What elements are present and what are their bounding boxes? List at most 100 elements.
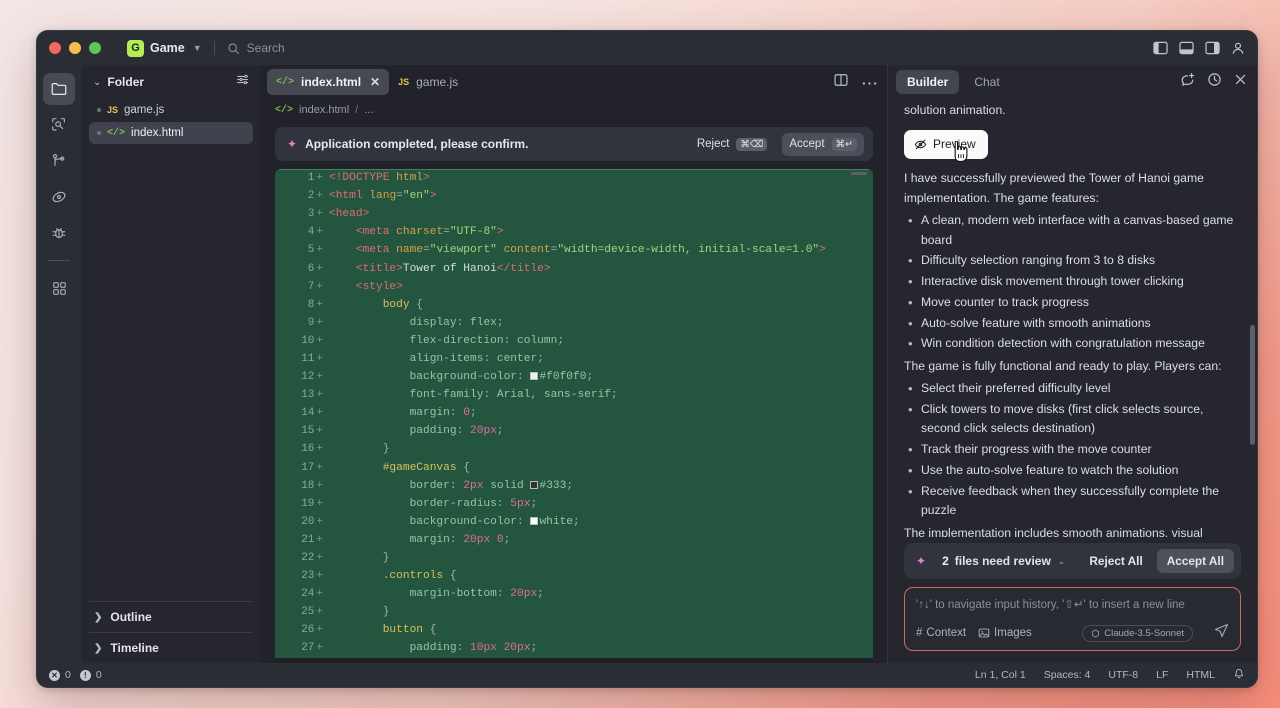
code-line: 21+ margin: 20px 0;: [275, 531, 873, 549]
line-number: 24+: [275, 588, 327, 600]
close-icon[interactable]: ✕: [370, 75, 380, 89]
tab-builder[interactable]: Builder: [896, 70, 959, 94]
status-encoding[interactable]: UTF-8: [1108, 669, 1138, 681]
code-line: 13+ font-family: Arial, sans-serif;: [275, 386, 873, 404]
status-eol[interactable]: LF: [1156, 669, 1168, 681]
code-text: <meta charset="UTF-8">: [327, 226, 873, 238]
images-button[interactable]: Images: [978, 627, 1032, 639]
context-button[interactable]: # Context: [916, 627, 966, 639]
breadcrumb[interactable]: </> index.html / ...: [261, 99, 887, 121]
tab-index-html[interactable]: </> index.html ✕: [267, 69, 389, 95]
reject-all-button[interactable]: Reject All: [1079, 549, 1152, 573]
line-number: 26+: [275, 624, 327, 636]
account-icon[interactable]: [1231, 41, 1245, 55]
code-line: 16+ }: [275, 440, 873, 458]
code-line: 24+ margin-bottom: 20px;: [275, 585, 873, 603]
accept-button[interactable]: Accept ⌘↵: [782, 133, 864, 156]
html-file-icon: </>: [107, 128, 125, 139]
line-number: 13+: [275, 389, 327, 401]
chat-input-placeholder[interactable]: '↑↓' to navigate input history, '⇧↵' to …: [916, 597, 1229, 623]
code-line: 12+ background-color: #f0f0f0;: [275, 368, 873, 386]
code-text: <html lang="en">: [327, 190, 873, 202]
code-line: 1+<!DOCTYPE html>: [275, 169, 873, 187]
assistant-scrollbar[interactable]: [1250, 325, 1255, 445]
file-label: index.html: [131, 127, 183, 139]
code-line: 11+ align-items: center;: [275, 350, 873, 368]
breadcrumb-file[interactable]: index.html: [299, 104, 349, 116]
code-line: 2+<html lang="en">: [275, 187, 873, 205]
code-text: background-color: #f0f0f0;: [327, 371, 873, 383]
model-selector[interactable]: Claude-3.5-Sonnet: [1082, 625, 1193, 642]
explorer-title: Folder: [107, 75, 230, 89]
status-problems[interactable]: ✕ 0 ! 0: [49, 669, 102, 681]
send-button[interactable]: [1214, 623, 1229, 643]
activity-item-explorer[interactable]: [43, 73, 75, 105]
tab-chat[interactable]: Chat: [963, 70, 1010, 94]
file-item-index-html[interactable]: </> index.html: [89, 122, 253, 144]
toggle-bottom-panel-icon[interactable]: [1179, 41, 1194, 55]
bell-icon[interactable]: [1233, 668, 1245, 683]
minimize-window-button[interactable]: [69, 42, 81, 54]
code-line: 26+ button {: [275, 621, 873, 639]
review-label: files need review: [955, 554, 1051, 568]
explorer-spacer: [89, 144, 253, 601]
history-icon[interactable]: [1207, 72, 1222, 92]
code-text: .controls {: [327, 570, 873, 582]
file-item-game-js[interactable]: JS game.js: [89, 99, 253, 121]
activity-item-extensions[interactable]: [43, 272, 75, 304]
project-selector[interactable]: G Game ▼: [127, 40, 202, 57]
explorer-section-timeline[interactable]: ❯ Timeline: [89, 632, 253, 663]
js-file-icon: JS: [398, 77, 409, 87]
toggle-left-panel-icon[interactable]: [1153, 41, 1168, 55]
player-action-item: Track their progress with the move count…: [904, 440, 1241, 460]
breadcrumb-rest[interactable]: ...: [364, 104, 373, 116]
partial-line: solution animation.: [904, 101, 1241, 121]
more-options-icon[interactable]: [862, 73, 877, 91]
modified-dot-icon: [97, 131, 101, 135]
divider: [214, 41, 215, 55]
code-line: 23+ .controls {: [275, 567, 873, 585]
line-number: 20+: [275, 516, 327, 528]
status-indentation[interactable]: Spaces: 4: [1044, 669, 1091, 681]
chevron-right-icon: ❯: [94, 643, 102, 654]
tab-game-js[interactable]: JS game.js: [389, 69, 467, 95]
reject-button[interactable]: Reject ⌘⌫: [690, 133, 775, 156]
new-chat-icon[interactable]: [1180, 72, 1195, 92]
assistant-closing: The implementation includes smooth anima…: [904, 524, 1241, 537]
line-number: 8+: [275, 299, 327, 311]
code-editor[interactable]: 1+<!DOCTYPE html>2+<html lang="en">3+<he…: [275, 169, 873, 663]
activity-item-debug[interactable]: [43, 217, 75, 249]
activity-item-source-control[interactable]: [43, 145, 75, 177]
editor-resize-handle[interactable]: [851, 172, 867, 175]
close-icon[interactable]: [1234, 73, 1247, 91]
file-label: game.js: [124, 104, 164, 116]
activity-item-search[interactable]: [43, 109, 75, 141]
tab-label: Builder: [907, 75, 948, 89]
close-window-button[interactable]: [49, 42, 61, 54]
chevron-down-icon[interactable]: ⌄: [1058, 556, 1080, 567]
code-text: margin-bottom: 20px;: [327, 588, 873, 600]
line-number: 25+: [275, 606, 327, 618]
explorer-section-outline[interactable]: ❯ Outline: [89, 601, 253, 632]
code-line: 15+ padding: 20px;: [275, 422, 873, 440]
code-line: 17+ #gameCanvas {: [275, 459, 873, 477]
sparkle-icon: ✦: [916, 554, 926, 568]
toggle-right-panel-icon[interactable]: [1205, 41, 1220, 55]
code-text: body {: [327, 299, 873, 311]
maximize-window-button[interactable]: [89, 42, 101, 54]
code-line: 5+ <meta name="viewport" content="width=…: [275, 241, 873, 259]
line-number: 10+: [275, 335, 327, 347]
code-text: <style>: [327, 281, 873, 293]
accept-all-button[interactable]: Accept All: [1157, 549, 1234, 573]
filter-icon[interactable]: [236, 73, 249, 91]
code-line: 25+ }: [275, 603, 873, 621]
code-line: 22+ }: [275, 549, 873, 567]
split-editor-icon[interactable]: [834, 73, 848, 92]
explorer-header[interactable]: ⌄ Folder: [89, 65, 253, 99]
activity-item-remote[interactable]: [43, 181, 75, 213]
status-cursor-position[interactable]: Ln 1, Col 1: [975, 669, 1026, 681]
preview-button[interactable]: Preview: [904, 130, 988, 159]
search-box[interactable]: Search: [227, 41, 285, 55]
chat-input-box[interactable]: '↑↓' to navigate input history, '⇧↵' to …: [904, 587, 1241, 651]
status-language[interactable]: HTML: [1186, 669, 1215, 681]
